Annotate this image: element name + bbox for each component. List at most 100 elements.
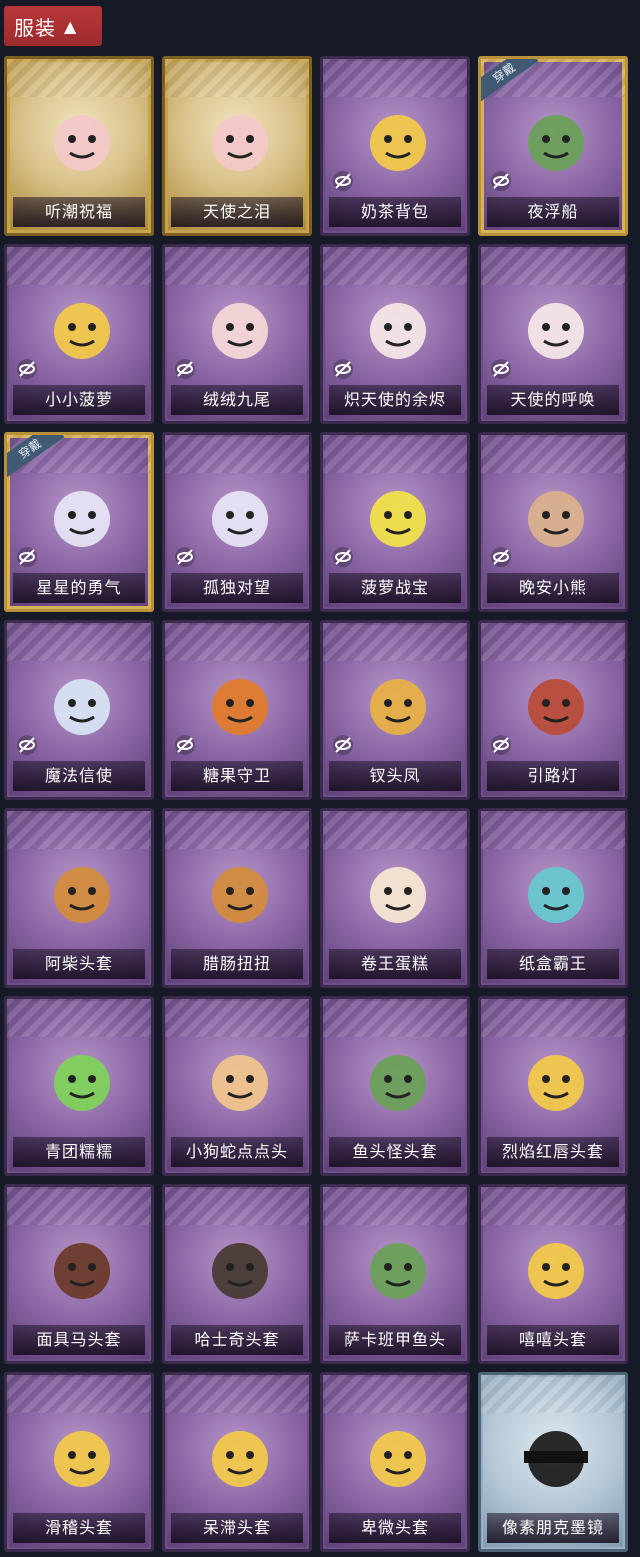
hide-visibility-icon[interactable] — [489, 169, 513, 193]
costume-name: 糖果守卫 — [171, 761, 303, 791]
charm-icon — [42, 471, 122, 565]
costume-card[interactable]: 奶茶背包 — [320, 56, 470, 236]
card-pattern — [7, 247, 151, 285]
section-title: 服装 — [14, 15, 56, 40]
costume-name: 星星的勇气 — [13, 573, 145, 603]
dino-icon — [516, 847, 596, 941]
hide-visibility-icon[interactable] — [15, 545, 39, 569]
costume-name: 哈士奇头套 — [171, 1325, 303, 1355]
hide-visibility-icon[interactable] — [173, 357, 197, 381]
hide-visibility-icon[interactable] — [331, 169, 355, 193]
charm-icon — [200, 471, 280, 565]
costume-name: 小小菠萝 — [13, 385, 145, 415]
costume-name: 纸盒霸王 — [487, 949, 619, 979]
costume-card[interactable]: 钗头凤 — [320, 620, 470, 800]
pineapple-icon — [42, 283, 122, 377]
angel-icon — [516, 283, 596, 377]
doll-head-icon — [200, 95, 280, 189]
doll-head-icon — [42, 95, 122, 189]
costume-card[interactable]: 天使的呼唤 — [478, 244, 628, 424]
card-pattern — [481, 247, 625, 285]
costume-name: 钗头凤 — [329, 761, 461, 791]
pumpkin-icon — [200, 659, 280, 753]
costume-name: 绒绒九尾 — [171, 385, 303, 415]
hide-visibility-icon[interactable] — [489, 545, 513, 569]
costume-card[interactable]: 魔法信使 — [4, 620, 154, 800]
costume-name: 烈焰红唇头套 — [487, 1137, 619, 1167]
hide-visibility-icon[interactable] — [15, 357, 39, 381]
costume-name: 腊肠扭扭 — [171, 949, 303, 979]
costume-name: 鱼头怪头套 — [329, 1137, 461, 1167]
costume-card[interactable]: 青团糯糯 — [4, 996, 154, 1176]
hide-visibility-icon[interactable] — [331, 357, 355, 381]
costume-card[interactable]: 绒绒九尾 — [162, 244, 312, 424]
costume-card[interactable]: 哈士奇头套 — [162, 1184, 312, 1364]
costume-card[interactable]: 孤独对望 — [162, 432, 312, 612]
costume-card[interactable]: 穿戴 夜浮船 — [478, 56, 628, 236]
dog-icon — [200, 847, 280, 941]
card-pattern — [7, 1187, 151, 1225]
costume-card[interactable]: 鱼头怪头套 — [320, 996, 470, 1176]
robot-icon — [358, 471, 438, 565]
hide-visibility-icon[interactable] — [173, 545, 197, 569]
card-pattern — [323, 435, 467, 473]
hide-visibility-icon[interactable] — [331, 545, 355, 569]
costume-card[interactable]: 糖果守卫 — [162, 620, 312, 800]
snake-icon — [200, 1035, 280, 1129]
crown-icon — [358, 659, 438, 753]
hide-visibility-icon[interactable] — [15, 733, 39, 757]
costume-card[interactable]: 菠萝战宝 — [320, 432, 470, 612]
fish-icon — [358, 1223, 438, 1317]
card-pattern — [481, 999, 625, 1037]
costume-card[interactable]: 阿柴头套 — [4, 808, 154, 988]
green-ball-icon — [42, 1035, 122, 1129]
costume-card[interactable]: 小狗蛇点点头 — [162, 996, 312, 1176]
grin-icon — [516, 1223, 596, 1317]
costume-card[interactable]: 面具马头套 — [4, 1184, 154, 1364]
card-pattern — [323, 1375, 467, 1413]
card-pattern — [165, 435, 309, 473]
card-pattern — [481, 623, 625, 661]
costume-name: 晚安小熊 — [487, 573, 619, 603]
costume-card[interactable]: 晚安小熊 — [478, 432, 628, 612]
costume-name: 引路灯 — [487, 761, 619, 791]
hide-visibility-icon[interactable] — [489, 357, 513, 381]
angel-icon — [358, 283, 438, 377]
card-pattern — [165, 59, 309, 97]
costume-name: 夜浮船 — [487, 197, 619, 227]
husky-icon — [200, 1223, 280, 1317]
hide-visibility-icon[interactable] — [173, 733, 197, 757]
costume-card[interactable]: 像素朋克墨镜 — [478, 1372, 628, 1552]
backpack-icon — [358, 95, 438, 189]
shy-icon — [358, 1411, 438, 1505]
card-pattern — [323, 999, 467, 1037]
costume-card[interactable]: 嘻嘻头套 — [478, 1184, 628, 1364]
costume-card[interactable]: 天使之泪 — [162, 56, 312, 236]
hide-visibility-icon[interactable] — [489, 733, 513, 757]
stare-icon — [200, 1411, 280, 1505]
costume-card[interactable]: 听潮祝福 — [4, 56, 154, 236]
costume-card[interactable]: 引路灯 — [478, 620, 628, 800]
costume-card[interactable]: 滑稽头套 — [4, 1372, 154, 1552]
costume-name: 阿柴头套 — [13, 949, 145, 979]
dog-icon — [42, 847, 122, 941]
card-pattern — [7, 811, 151, 849]
hide-visibility-icon[interactable] — [331, 733, 355, 757]
costume-card[interactable]: 卑微头套 — [320, 1372, 470, 1552]
costume-card[interactable]: 纸盒霸王 — [478, 808, 628, 988]
costume-card[interactable]: 腊肠扭扭 — [162, 808, 312, 988]
costume-name: 小狗蛇点点头 — [171, 1137, 303, 1167]
costume-card[interactable]: 烈焰红唇头套 — [478, 996, 628, 1176]
costume-card[interactable]: 炽天使的余烬 — [320, 244, 470, 424]
costume-card[interactable]: 呆滞头套 — [162, 1372, 312, 1552]
card-pattern — [323, 623, 467, 661]
costume-card[interactable]: 小小菠萝 — [4, 244, 154, 424]
costume-card[interactable]: 穿戴 星星的勇气 — [4, 432, 154, 612]
card-pattern — [481, 1187, 625, 1225]
costume-card[interactable]: 萨卡班甲鱼头 — [320, 1184, 470, 1364]
elephant-icon — [42, 659, 122, 753]
bear-icon — [516, 471, 596, 565]
costume-card[interactable]: 卷王蛋糕 — [320, 808, 470, 988]
costume-name: 孤独对望 — [171, 573, 303, 603]
wardrobe-section-header[interactable]: 服装 ▲ — [4, 6, 102, 46]
